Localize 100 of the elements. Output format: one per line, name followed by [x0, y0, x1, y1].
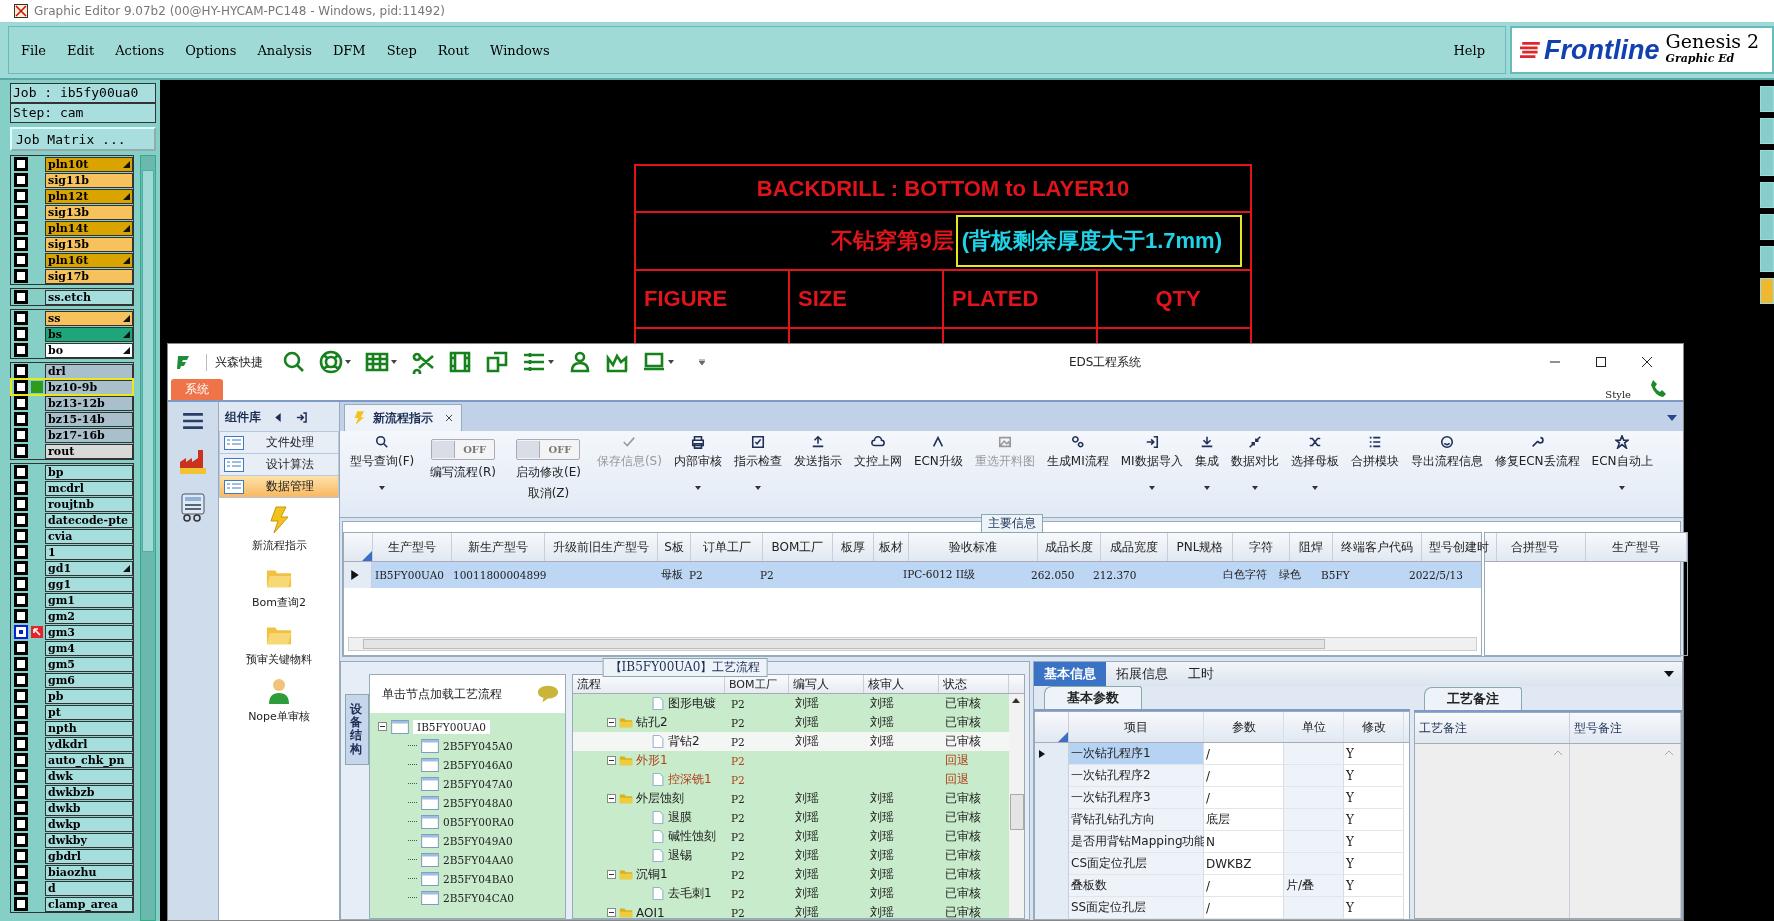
layer-row[interactable]: bz10-9b: [11, 379, 134, 395]
ribbon-button[interactable]: 发送指示: [793, 453, 842, 470]
layer-name[interactable]: sig13b: [45, 204, 134, 220]
table-row[interactable]: 图形电镀 P2 刘瑶 刘瑶 已审核: [573, 694, 1009, 713]
column-header[interactable]: 升级前旧生产型号: [545, 533, 658, 561]
layer-checkbox[interactable]: [16, 467, 26, 477]
layer-row[interactable]: pb: [11, 688, 134, 704]
layer-name[interactable]: sig11b: [45, 172, 134, 188]
table-row[interactable]: 一次钻孔程序1 / Y: [1035, 743, 1409, 765]
check-icon[interactable]: [622, 435, 637, 449]
layer-row[interactable]: 1: [11, 544, 134, 560]
caret-icon[interactable]: [548, 360, 554, 364]
layer-name[interactable]: npth: [45, 720, 134, 736]
lifebuoy-icon[interactable]: [319, 350, 343, 374]
layer-name[interactable]: drl: [45, 363, 134, 379]
table-row[interactable]: 钻孔2 P2 刘瑶 刘瑶 已审核: [573, 713, 1009, 732]
column-header[interactable]: 修改: [1344, 712, 1404, 742]
layer-checkbox[interactable]: [16, 643, 26, 653]
menu-item[interactable]: Options: [185, 42, 237, 58]
caret-icon[interactable]: [391, 360, 397, 364]
layer-name[interactable]: rout: [45, 443, 134, 459]
caret-icon[interactable]: [379, 486, 386, 490]
layer-name[interactable]: bz15-14b: [45, 411, 134, 427]
column-header[interactable]: 参数: [1204, 712, 1284, 742]
table-row[interactable]: IB5FY00UA0 10011800004899 母板 P2 P2 IPC-6012 II级 262.050 212.370 白色字符 绿色 B5FY 2022/5/13: [344, 562, 1481, 588]
layer-checkbox[interactable]: [16, 531, 26, 541]
tree-node[interactable]: 2B5FY04CA0: [443, 891, 514, 904]
tree-node[interactable]: 2B5FY049A0: [443, 834, 513, 847]
layer-checkbox[interactable]: [16, 851, 26, 861]
ribbon-button[interactable]: 型号查询(F): [350, 453, 415, 470]
layer-name[interactable]: ss: [45, 310, 134, 326]
column-header[interactable]: 验收标准: [909, 533, 1038, 561]
compress-icon[interactable]: [1247, 435, 1262, 449]
caret-icon[interactable]: [1311, 486, 1318, 490]
layer-row[interactable]: bo: [11, 342, 134, 358]
layer-row[interactable]: bz15-14b: [11, 411, 134, 427]
collapse-toggle[interactable]: [607, 794, 616, 803]
table-row[interactable]: AOI1 P2 刘瑶 刘瑶 已审核: [573, 903, 1009, 918]
layer-name[interactable]: clamp_area: [45, 896, 134, 912]
ribbon-button[interactable]: 内部审核: [673, 453, 722, 470]
layer-name[interactable]: sig15b: [45, 236, 134, 252]
layer-row[interactable]: clamp_area: [11, 896, 134, 912]
layer-row[interactable]: roujtnb: [11, 496, 134, 512]
layer-checkbox[interactable]: [16, 313, 26, 323]
layer-checkbox[interactable]: [16, 382, 26, 392]
close-button[interactable]: [1641, 356, 1653, 368]
scroll-up-icon[interactable]: [1012, 698, 1020, 703]
layer-name[interactable]: auto_chk_pn: [45, 752, 134, 768]
caret-icon[interactable]: [1619, 486, 1626, 490]
table-row[interactable]: 外层蚀刻 P2 刘瑶 刘瑶 已审核: [573, 789, 1009, 808]
layer-name[interactable]: gg1: [45, 576, 134, 592]
caret-icon[interactable]: [1251, 486, 1258, 490]
column-header[interactable]: PNL规格: [1168, 533, 1233, 561]
layer-name[interactable]: dwkp: [45, 816, 134, 832]
corner-triangle-icon[interactable]: [1058, 732, 1068, 742]
layer-row[interactable]: pt: [11, 704, 134, 720]
menu-item[interactable]: Analysis: [257, 42, 312, 58]
collapse-toggle[interactable]: [607, 756, 616, 765]
person-icon[interactable]: [266, 677, 292, 705]
layer-row[interactable]: ss: [11, 310, 134, 326]
list-icon[interactable]: [1367, 435, 1382, 449]
scrollbar[interactable]: [1009, 694, 1024, 918]
layer-row[interactable]: pln16t: [11, 252, 134, 268]
menu-item[interactable]: Edit: [67, 42, 95, 58]
table-row[interactable]: 一次钻孔程序3 / Y: [1035, 787, 1409, 809]
column-header[interactable]: 编写人: [789, 675, 864, 693]
layer-checkbox[interactable]: [16, 867, 26, 877]
layer-name[interactable]: dwk: [45, 768, 134, 784]
layer-checkbox[interactable]: [16, 483, 26, 493]
table-row[interactable]: 退锡 P2 刘瑶 刘瑶 已审核: [573, 846, 1009, 865]
layer-name[interactable]: datecode-pte: [45, 512, 134, 528]
layer-name[interactable]: gm4: [45, 640, 134, 656]
checkbox-icon[interactable]: [750, 435, 765, 449]
layer-checkbox[interactable]: [16, 430, 26, 440]
layer-name[interactable]: sig17b: [45, 268, 134, 284]
layer-row[interactable]: bp: [11, 464, 134, 480]
layer-name[interactable]: cvia: [45, 528, 134, 544]
panel-item[interactable]: 文件处理: [219, 431, 339, 454]
layer-row[interactable]: gm6: [11, 672, 134, 688]
smile-icon[interactable]: [1439, 435, 1454, 449]
download-icon[interactable]: [1199, 435, 1214, 449]
panel-item[interactable]: 设计算法: [219, 453, 339, 476]
ribbon-button[interactable]: MI数据导入: [1120, 453, 1183, 470]
layer-name[interactable]: pln10t: [45, 156, 134, 172]
layer-name[interactable]: pln14t: [45, 220, 134, 236]
toggle-switch[interactable]: OFF: [431, 439, 496, 460]
column-header[interactable]: 新生产型号: [452, 533, 545, 561]
ribbon-button[interactable]: 集成: [1194, 453, 1219, 470]
tree-node[interactable]: IB5FY00UA0: [413, 719, 490, 734]
layer-checkbox[interactable]: [16, 223, 26, 233]
layer-row[interactable]: bs: [11, 326, 134, 342]
sub-tab[interactable]: 工艺备注: [1424, 687, 1522, 710]
corner-triangle-icon[interactable]: [362, 551, 372, 561]
caret-icon[interactable]: [668, 360, 674, 364]
shortcut-label[interactable]: 预审关键物料: [246, 652, 312, 667]
maximize-button[interactable]: [1595, 356, 1607, 368]
layer-checkbox[interactable]: [16, 159, 26, 169]
list-window-icon[interactable]: [224, 457, 244, 472]
toggle-switch[interactable]: OFF: [516, 439, 581, 460]
layer-name[interactable]: bz10-9b: [45, 379, 134, 395]
